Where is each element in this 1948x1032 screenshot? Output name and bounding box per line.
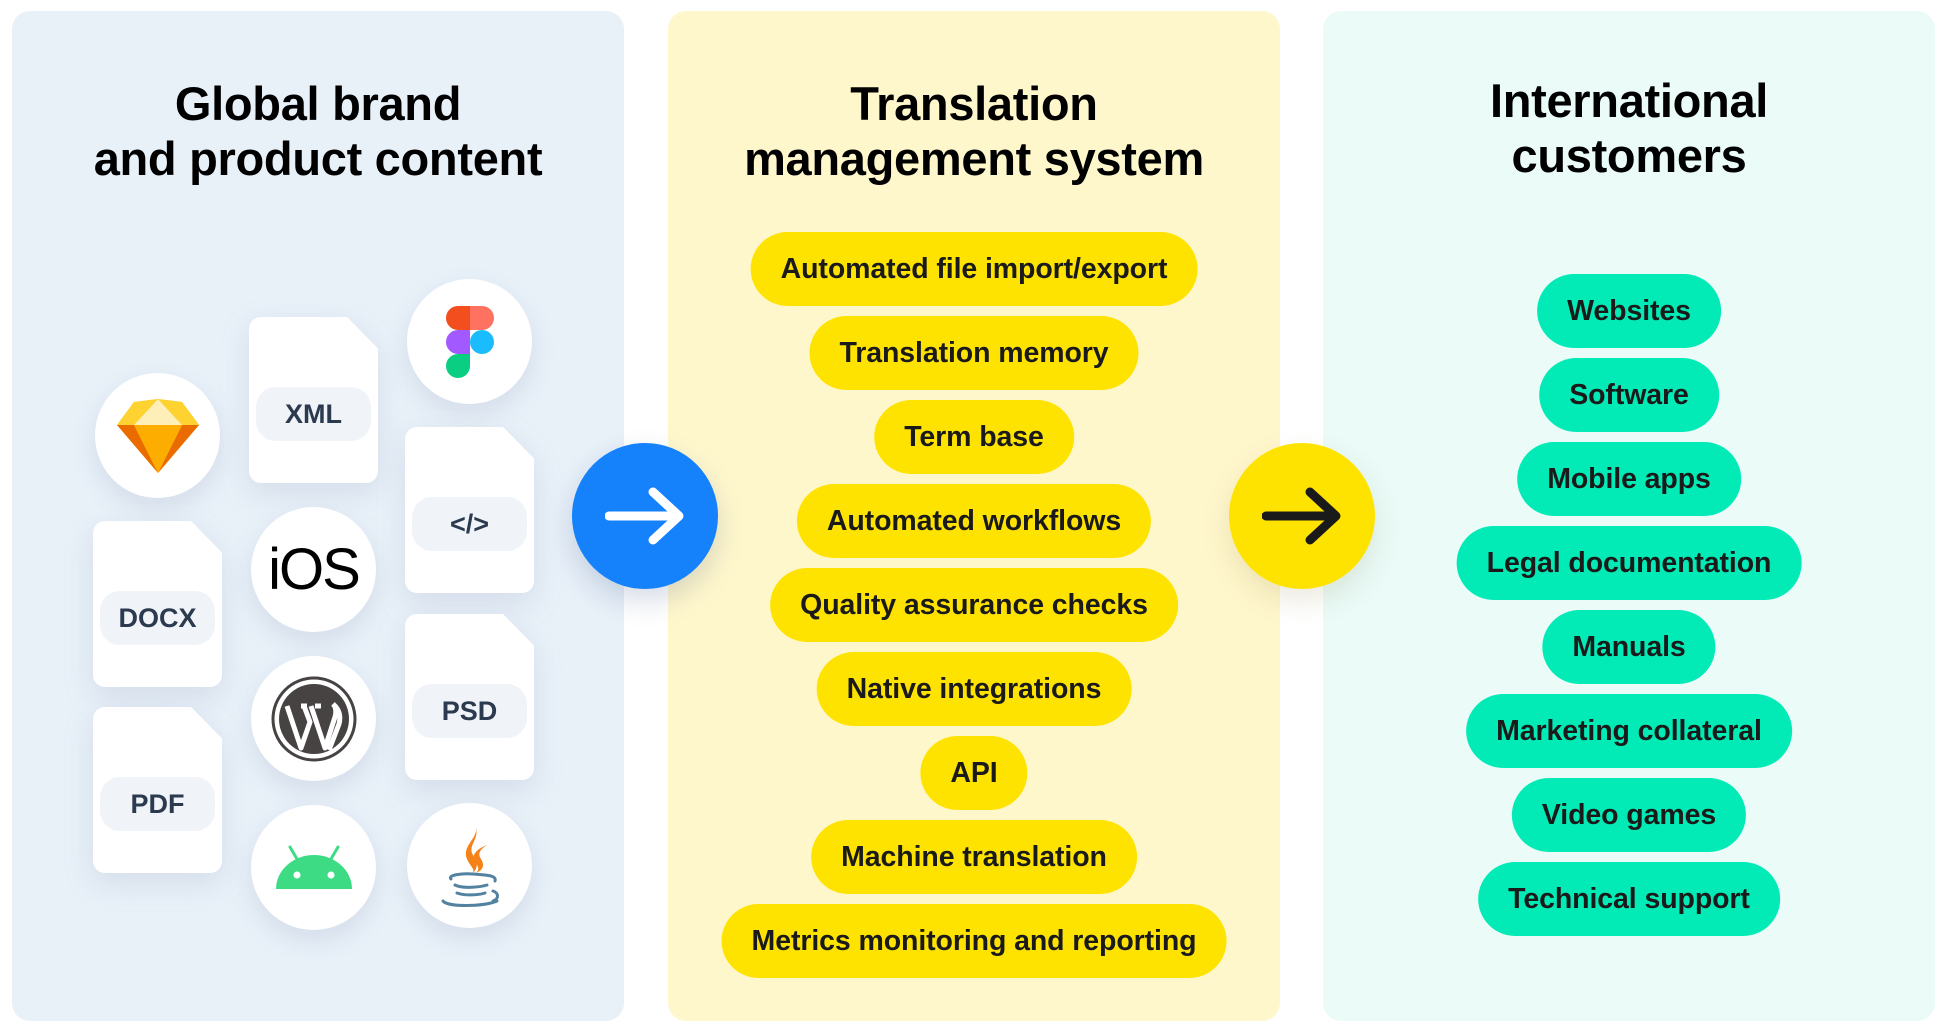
docx-file-label: DOCX: [100, 591, 215, 645]
arrow-right-icon: [1262, 487, 1341, 545]
customers-title-line-2: customers: [1511, 129, 1747, 182]
ios-icon: iOS: [251, 507, 376, 632]
tms-feature-pill: Machine translation: [811, 820, 1137, 894]
code-file-label: </>: [412, 497, 527, 551]
source-panel-title: Global brand and product content: [12, 76, 624, 186]
pdf-file-label: PDF: [100, 777, 215, 831]
customers-title-line-1: International: [1489, 74, 1769, 127]
xml-file-card: XML: [249, 317, 378, 483]
docx-file-card: DOCX: [93, 521, 222, 687]
customer-output-pill: Websites: [1537, 274, 1721, 348]
sketch-icon: [95, 373, 220, 498]
customer-output-pill: Mobile apps: [1517, 442, 1741, 516]
tms-feature-pill: API: [920, 736, 1028, 810]
tms-feature-pill: Automated file import/export: [750, 232, 1198, 306]
tms-feature-pill: Metrics monitoring and reporting: [721, 904, 1227, 978]
tms-title-line-2: management system: [744, 132, 1204, 185]
tms-panel-title: Translation management system: [668, 76, 1280, 186]
pdf-file-card: PDF: [93, 707, 222, 873]
source-title-line-2: and product content: [93, 132, 543, 185]
psd-file-card: PSD: [405, 614, 534, 780]
source-title-line-1: Global brand: [174, 77, 462, 130]
source-to-tms-connector: [572, 443, 718, 589]
wordpress-icon: [251, 656, 376, 781]
customer-output-pill: Marketing collateral: [1466, 694, 1792, 768]
tms-feature-pill: Quality assurance checks: [770, 568, 1178, 642]
tms-feature-pill: Term base: [874, 400, 1074, 474]
tms-title-line-1: Translation: [850, 77, 1098, 130]
tms-feature-pill: Automated workflows: [796, 484, 1152, 558]
ios-label: iOS: [268, 537, 361, 602]
tms-feature-pill: Translation memory: [809, 316, 1139, 390]
customer-output-pill: Technical support: [1478, 862, 1780, 936]
customer-output-pill: Software: [1539, 358, 1719, 432]
psd-file-label: PSD: [412, 684, 527, 738]
customer-output-pill: Legal documentation: [1456, 526, 1802, 600]
java-icon: [407, 803, 532, 928]
figma-icon: [407, 279, 532, 404]
code-file-card: </>: [405, 427, 534, 593]
customers-panel-title: International customers: [1323, 73, 1935, 183]
xml-file-label: XML: [256, 387, 371, 441]
arrow-right-icon: [605, 487, 684, 545]
tms-feature-pill: Native integrations: [816, 652, 1132, 726]
customer-output-pill: Manuals: [1542, 610, 1716, 684]
tms-to-customers-connector: [1229, 443, 1375, 589]
customer-output-pill: Video games: [1511, 778, 1747, 852]
android-icon: [251, 805, 376, 930]
